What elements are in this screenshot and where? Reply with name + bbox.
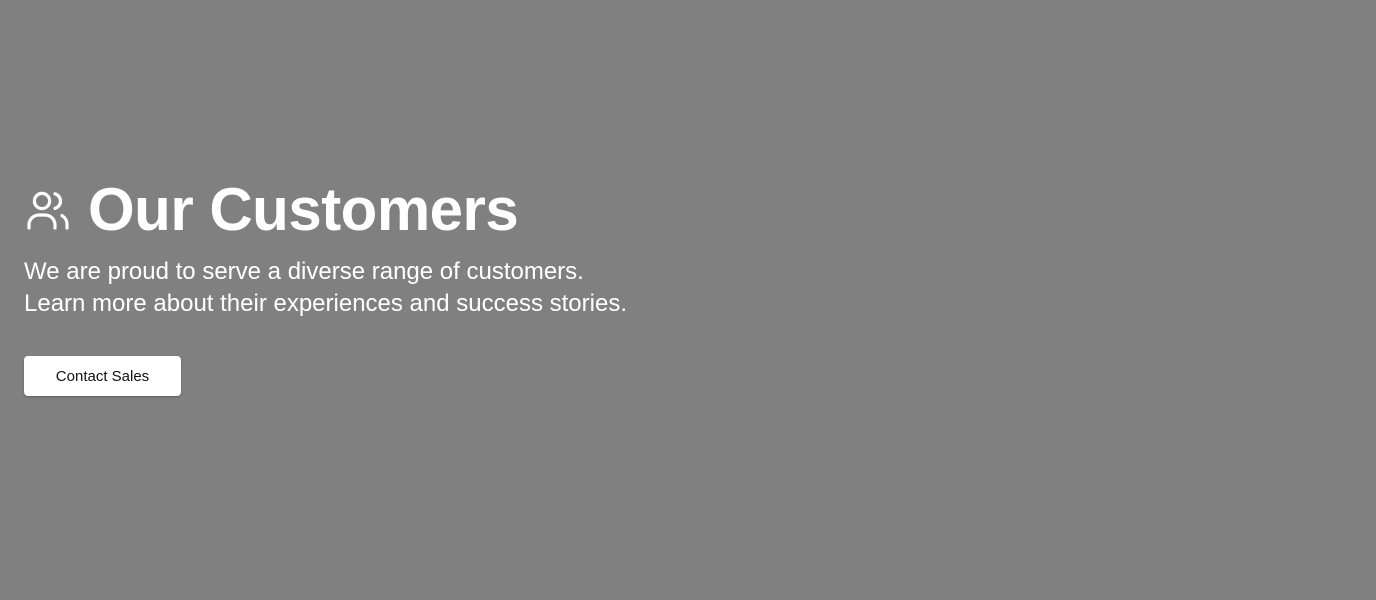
users-icon bbox=[24, 186, 72, 234]
contact-sales-button[interactable]: Contact Sales bbox=[24, 356, 181, 396]
hero-description: We are proud to serve a diverse range of… bbox=[24, 258, 627, 317]
page-title: Our Customers bbox=[88, 176, 519, 243]
title-row: Our Customers bbox=[24, 178, 664, 242]
hero-section: Our Customers We are proud to serve a di… bbox=[24, 178, 664, 396]
